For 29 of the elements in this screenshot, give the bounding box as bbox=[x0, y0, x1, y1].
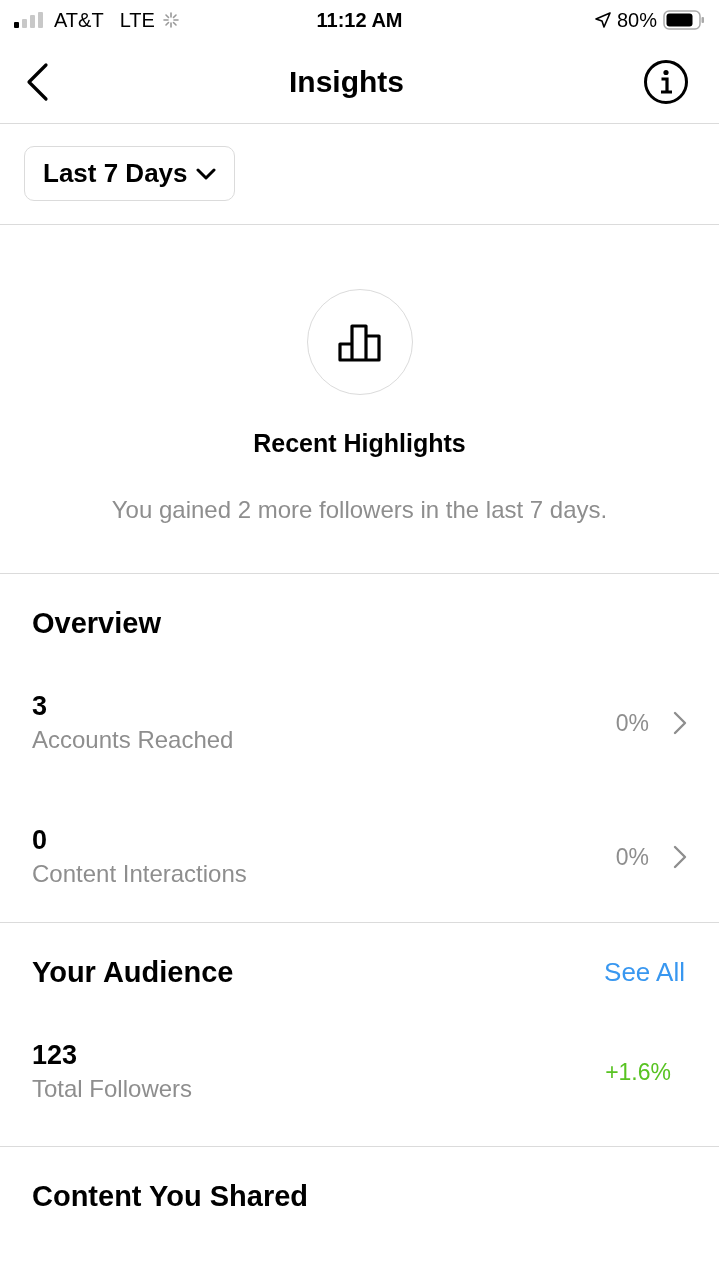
section-title: Your Audience bbox=[32, 955, 234, 989]
metric-label: Total Followers bbox=[32, 1074, 194, 1104]
battery-icon bbox=[663, 10, 705, 30]
signal-icon bbox=[14, 12, 46, 28]
metric-value: 123 bbox=[32, 1039, 79, 1072]
metric-change: 0% bbox=[615, 709, 649, 737]
metric-value: 3 bbox=[32, 690, 49, 723]
metric-label: Content Interactions bbox=[32, 859, 248, 889]
metric-value: 0 bbox=[32, 824, 49, 857]
info-button[interactable] bbox=[643, 58, 689, 105]
chevron-right-icon[interactable] bbox=[673, 711, 687, 735]
section-title: Overview bbox=[32, 606, 161, 640]
carrier-name: AT&T bbox=[54, 8, 104, 32]
battery-percentage: 80% bbox=[616, 8, 657, 32]
date-range-dropdown[interactable]: Last 7 Days bbox=[24, 146, 235, 201]
metric-change: 0% bbox=[615, 843, 649, 871]
page-title: Insights bbox=[289, 64, 404, 99]
metric-change: +1.6% bbox=[605, 1058, 671, 1086]
clock-time: 11:12 AM bbox=[316, 8, 403, 32]
highlights-text: You gained 2 more followers in the last 7 days. bbox=[111, 496, 608, 524]
location-arrow-icon bbox=[594, 12, 611, 28]
chevron-right-icon[interactable] bbox=[673, 845, 687, 869]
highlights-title: Recent Highlights bbox=[253, 429, 466, 458]
network-type: LTE bbox=[119, 8, 155, 32]
metric-label: Accounts Reached bbox=[32, 725, 235, 755]
loading-spinner-icon bbox=[162, 12, 179, 28]
caret-icon bbox=[195, 167, 216, 180]
bar-chart-icon bbox=[337, 322, 382, 362]
section-title: Content You Shared bbox=[32, 1179, 309, 1213]
